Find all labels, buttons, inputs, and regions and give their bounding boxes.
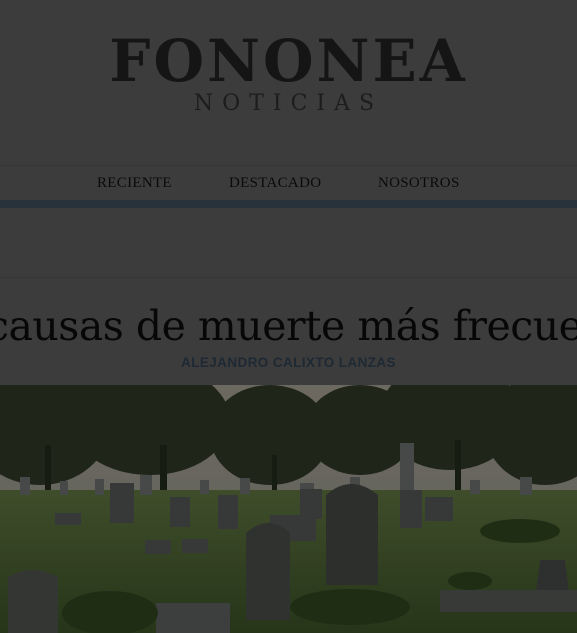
nav-item-recent[interactable]: RECIENTE <box>97 175 172 192</box>
site-logo-title[interactable]: FONONEA <box>0 28 577 94</box>
main-nav: RECIENTE DESTACADO NOSOTROS <box>0 172 577 198</box>
nav-item-about[interactable]: NOSOTROS <box>378 175 460 192</box>
nav-item-featured[interactable]: DESTACADO <box>229 175 321 192</box>
article-title[interactable]: causas de muerte más frecuen <box>0 300 577 352</box>
article-hero-image[interactable] <box>0 385 577 633</box>
article-title-clip: causas de muerte más frecuen <box>0 295 577 357</box>
content-divider <box>0 277 577 278</box>
nav-top-divider <box>0 165 577 166</box>
nav-accent-bar <box>0 200 577 208</box>
masthead: FONONEA NOTICIAS <box>0 0 577 165</box>
site-logo-subtitle: NOTICIAS <box>193 91 384 116</box>
cemetery-photo <box>0 385 577 633</box>
article-author[interactable]: ALEJANDRO CALIXTO LANZAS <box>0 355 577 370</box>
